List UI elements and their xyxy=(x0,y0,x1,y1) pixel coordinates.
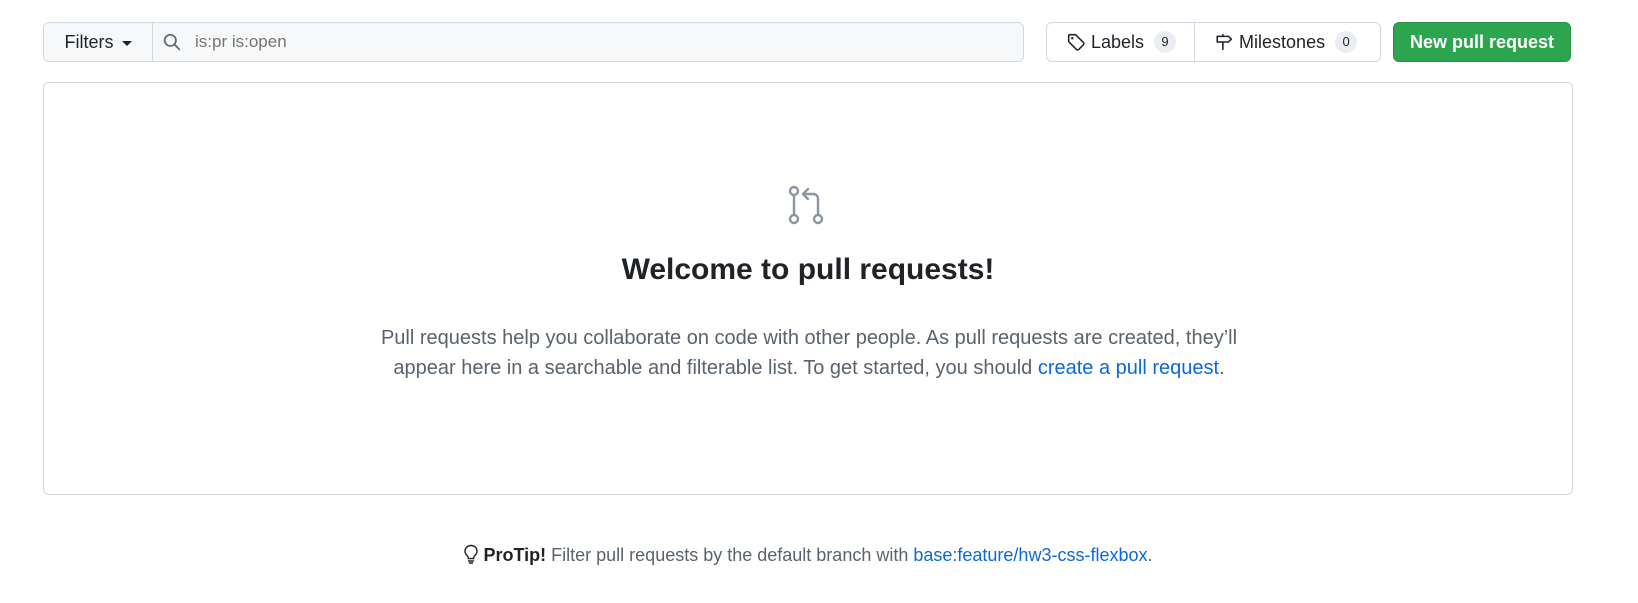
filters-button-label: Filters xyxy=(64,31,114,52)
milestones-button[interactable]: Milestones 0 xyxy=(1194,23,1375,61)
search-field[interactable] xyxy=(153,23,1023,61)
blankslate-description-end: . xyxy=(1219,357,1225,379)
blankslate-title: Welcome to pull requests! xyxy=(621,253,995,286)
new-pull-request-button[interactable]: New pull request xyxy=(1393,22,1571,62)
light-bulb-icon xyxy=(464,544,479,564)
caret-down-icon xyxy=(121,40,132,46)
milestones-count-badge: 0 xyxy=(1335,31,1358,53)
protip-end: . xyxy=(1147,545,1153,565)
search-icon xyxy=(163,33,181,51)
filters-button[interactable]: Filters xyxy=(44,23,153,61)
labels-button[interactable]: Labels 9 xyxy=(1047,23,1194,61)
labels-button-label: Labels xyxy=(1091,31,1145,52)
new-pull-request-label: New pull request xyxy=(1409,31,1555,52)
milestone-icon xyxy=(1216,34,1233,50)
protip-text: Filter pull requests by the default bran… xyxy=(546,545,914,565)
create-pull-request-link[interactable]: create a pull request xyxy=(1038,357,1219,379)
tag-icon xyxy=(1067,33,1085,51)
blankslate: Welcome to pull requests! Pull requests … xyxy=(43,82,1573,495)
pull-requests-toolbar: Filters Labels 9 Milestone xyxy=(43,22,1579,62)
labels-count-badge: 9 xyxy=(1154,31,1177,53)
protip: ProTip! Filter pull requests by the defa… xyxy=(0,544,1616,566)
labels-milestones-group: Labels 9 Milestones 0 xyxy=(1046,22,1381,62)
protip-label: ProTip! xyxy=(483,545,547,565)
git-pull-request-icon xyxy=(788,185,824,225)
protip-branch-link[interactable]: base:feature/hw3-css-flexbox xyxy=(913,545,1147,565)
milestones-button-label: Milestones xyxy=(1239,31,1326,52)
filter-group: Filters xyxy=(43,22,1024,62)
search-input[interactable] xyxy=(193,31,957,53)
blankslate-description: Pull requests help you collaborate on co… xyxy=(374,323,1244,383)
